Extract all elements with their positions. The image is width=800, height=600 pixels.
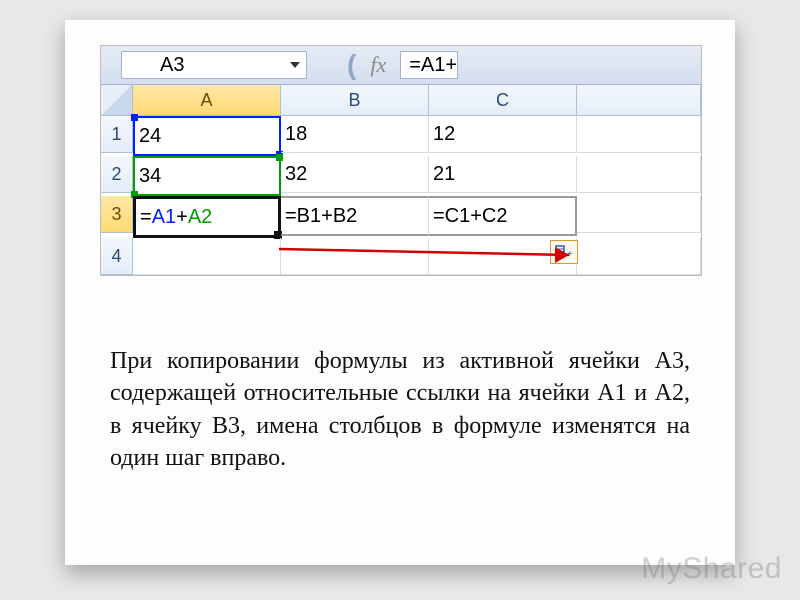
cell-D3[interactable] [577,196,701,233]
watermark: MyShared [641,552,782,586]
formula-bar-row: A3 ( fx =A1+ [101,46,701,85]
formula-bar-text: =A1+ [409,54,457,77]
col-header-C[interactable]: C [429,85,577,116]
cell-B4[interactable] [281,238,429,275]
select-all-corner[interactable] [101,85,133,116]
autofill-options-icon[interactable]: + [550,240,578,264]
fx-icon[interactable]: fx [370,52,386,78]
row-header-2[interactable]: 2 [101,156,133,193]
cell-B2[interactable]: 32 [281,156,429,193]
cell-A1[interactable]: 24 [133,116,281,156]
cell-C2[interactable]: 21 [429,156,577,193]
col-header-blank[interactable] [577,85,701,116]
cell-D2[interactable] [577,156,701,193]
cell-B1[interactable]: 18 [281,116,429,153]
spreadsheet-grid[interactable]: A B C 1 24 18 12 2 34 32 21 3 =A1+A2 =B1… [101,85,701,275]
col-header-A[interactable]: A [133,85,281,116]
row-header-4[interactable]: 4 [101,238,133,275]
row-header-3[interactable]: 3 [101,196,133,233]
svg-text:+: + [567,249,573,259]
row-header-1[interactable]: 1 [101,116,133,153]
cell-A4[interactable] [133,238,281,275]
cell-D4[interactable] [577,238,701,275]
cell-C4[interactable]: + [429,238,577,275]
col-header-B[interactable]: B [281,85,429,116]
cell-A3[interactable]: =A1+A2 [133,196,281,238]
cell-C3[interactable]: =C1+C2 [429,196,577,236]
slide-card: A3 ( fx =A1+ A B C 1 24 18 12 [65,20,735,565]
formula-bar-input[interactable]: =A1+ [400,51,458,79]
paren-icon: ( [347,49,356,81]
cell-D1[interactable] [577,116,701,153]
excel-screenshot: A3 ( fx =A1+ A B C 1 24 18 12 [100,45,702,276]
fx-area: ( fx =A1+ [347,49,460,81]
cell-C1[interactable]: 12 [429,116,577,153]
name-box-dropdown-icon[interactable] [290,62,300,68]
cell-B3[interactable]: =B1+B2 [281,196,429,236]
name-box[interactable]: A3 [121,51,307,79]
caption-text: При копировании формулы из активной ячей… [110,345,690,475]
name-box-value: A3 [160,54,184,77]
cell-A2[interactable]: 34 [133,156,281,196]
